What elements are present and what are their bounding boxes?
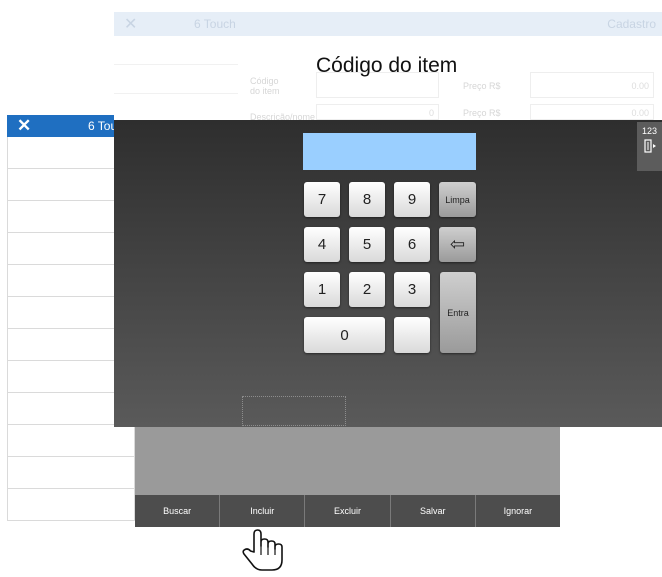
back-label-preco2: Preço R$ xyxy=(463,108,501,118)
key-0[interactable]: 0 xyxy=(304,317,385,353)
clear-button[interactable]: Limpa xyxy=(439,182,476,217)
back-window-titlebar: ✕ 6 Touch Cadastro xyxy=(114,12,662,36)
dialog-title: Código do item xyxy=(316,54,458,77)
key-6[interactable]: 6 xyxy=(394,227,430,262)
keyboard-mode-label: 123 xyxy=(641,126,658,136)
key-4[interactable]: 4 xyxy=(304,227,340,262)
add-button[interactable]: Incluir xyxy=(220,495,306,527)
key-3[interactable]: 3 xyxy=(394,272,430,307)
keyboard-exit-icon xyxy=(637,139,662,156)
content-area xyxy=(135,427,560,495)
list-item[interactable] xyxy=(7,489,135,521)
back-window-title: 6 Touch xyxy=(194,17,236,31)
backspace-icon[interactable]: ⇦ xyxy=(439,227,476,262)
back-list-row xyxy=(114,36,238,65)
ignore-button[interactable]: Ignorar xyxy=(476,495,560,527)
key-5[interactable]: 5 xyxy=(349,227,385,262)
list-item[interactable] xyxy=(7,425,135,457)
back-label-preco1: Preço R$ xyxy=(463,81,501,91)
blank-key[interactable] xyxy=(394,317,430,353)
close-icon[interactable]: ✕ xyxy=(17,116,31,136)
focus-outline xyxy=(242,396,346,426)
delete-button[interactable]: Excluir xyxy=(305,495,391,527)
list-item[interactable] xyxy=(7,457,135,489)
save-button[interactable]: Salvar xyxy=(391,495,476,527)
key-7[interactable]: 7 xyxy=(304,182,340,217)
back-close-icon[interactable]: ✕ xyxy=(124,14,137,34)
back-list-row xyxy=(114,65,238,94)
back-field-preco1: 0.00 xyxy=(530,72,654,98)
front-window-titlebar: ✕ 6 Touch xyxy=(7,115,114,137)
enter-button[interactable]: Entra xyxy=(440,272,476,353)
keypad-display[interactable] xyxy=(303,133,476,170)
front-window-title: 6 Touch xyxy=(88,119,114,133)
back-list xyxy=(114,36,238,123)
hand-cursor-icon xyxy=(240,528,290,572)
key-2[interactable]: 2 xyxy=(349,272,385,307)
keyboard-toggle-tab[interactable]: 123 xyxy=(637,122,662,171)
back-field-qtd: 0 xyxy=(316,104,439,120)
key-1[interactable]: 1 xyxy=(304,272,340,307)
back-field-preco2: 0.00 xyxy=(530,104,654,120)
key-8[interactable]: 8 xyxy=(349,182,385,217)
action-toolbar: Buscar Incluir Excluir Salvar Ignorar xyxy=(135,495,560,527)
key-9[interactable]: 9 xyxy=(394,182,430,217)
back-label-codigo: Código do item xyxy=(250,76,280,96)
back-list-row xyxy=(114,94,238,123)
back-window-right-title: Cadastro xyxy=(607,17,656,31)
search-button[interactable]: Buscar xyxy=(135,495,221,527)
